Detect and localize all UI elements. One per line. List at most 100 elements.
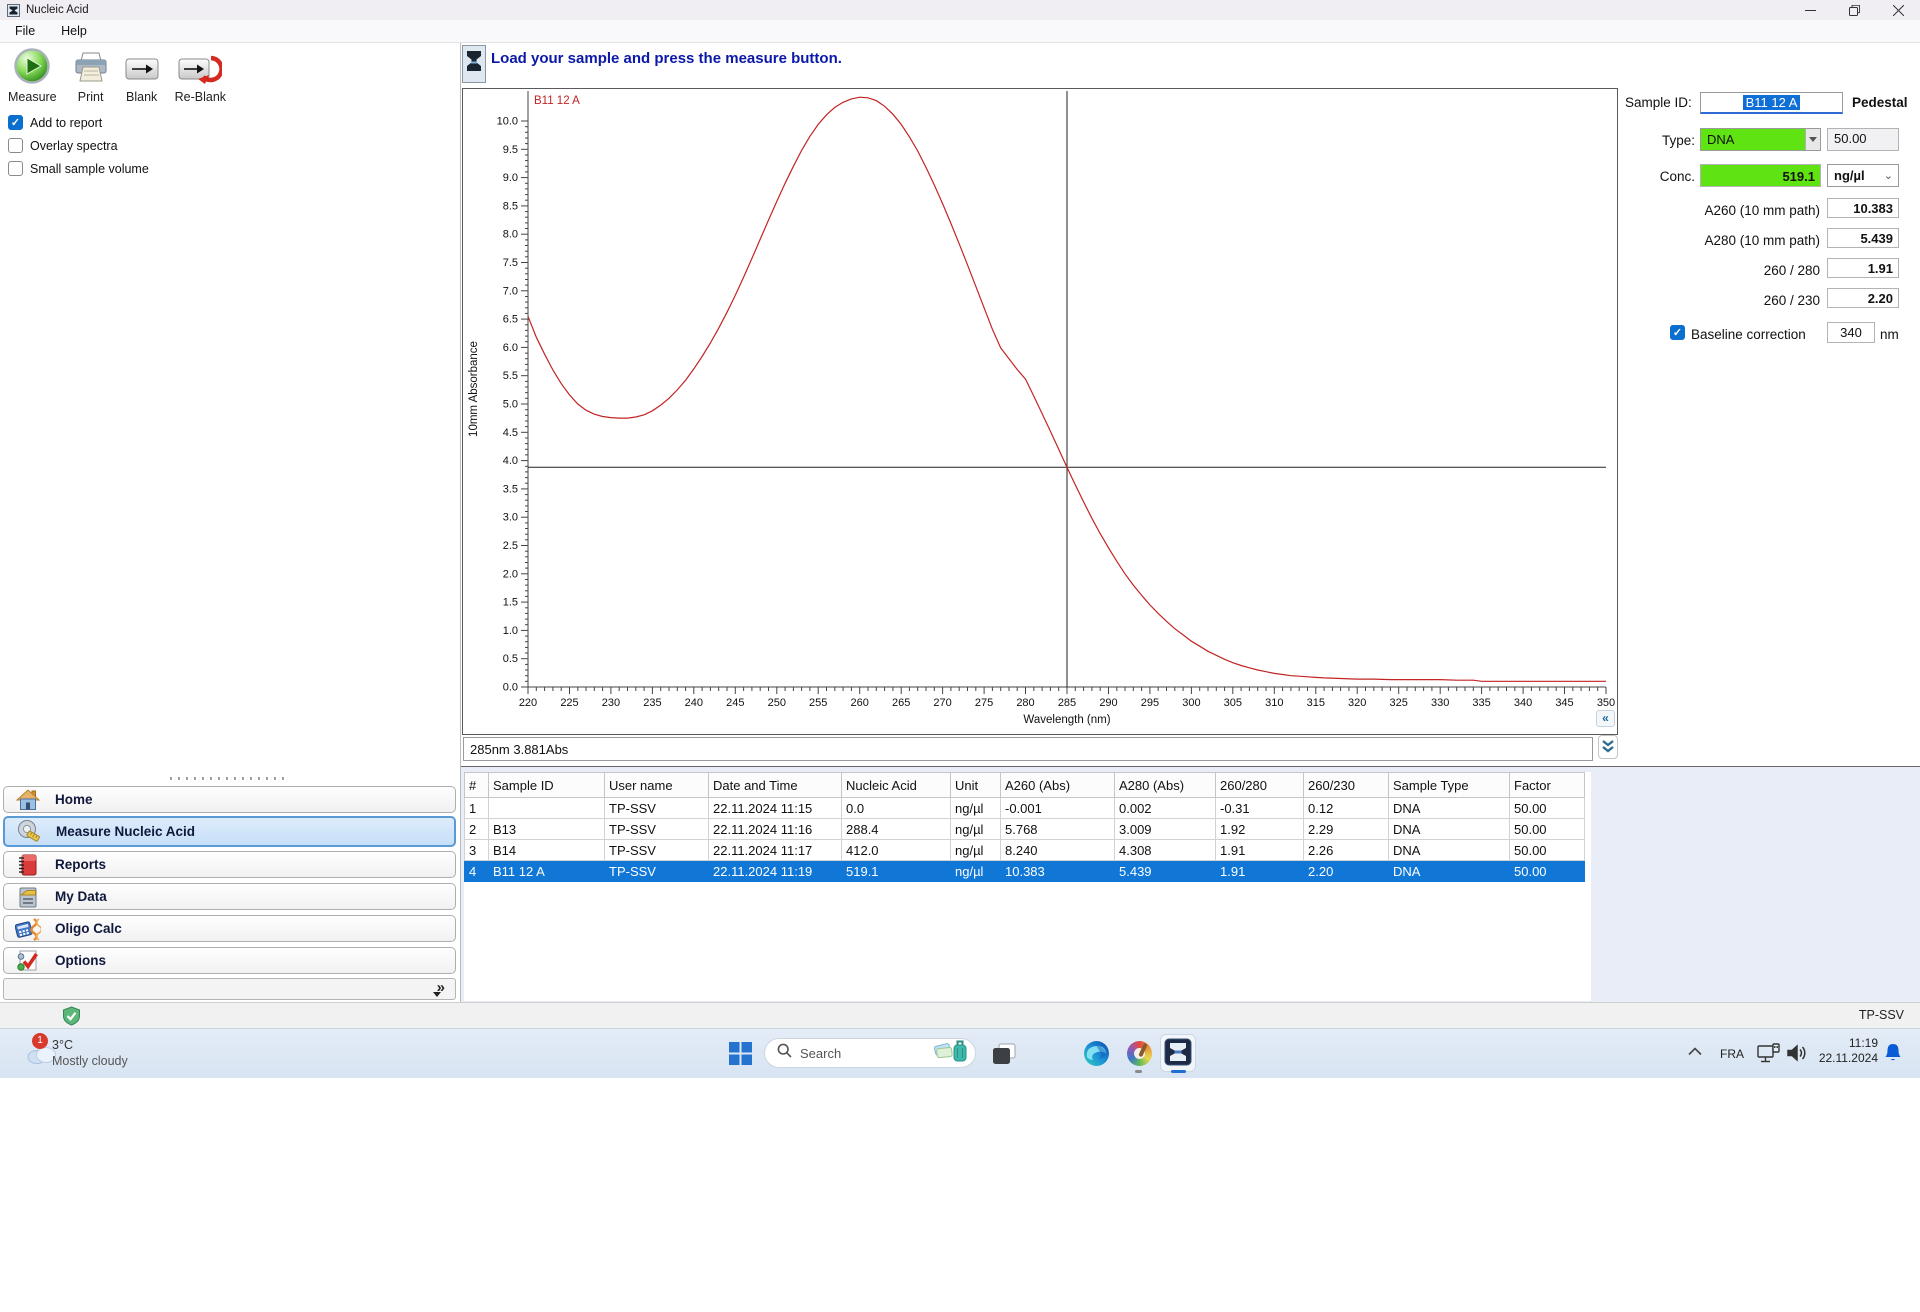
taskbar-clock[interactable]: 11:19 22.11.2024 [1800, 1036, 1878, 1066]
weather-widget[interactable]: 1 3°C Mostly cloudy [12, 1031, 162, 1077]
table-row[interactable]: 2B13TP-SSV22.11.2024 11:16288.4ng/µl5.76… [465, 819, 1585, 840]
a280-value: 5.439 [1827, 228, 1899, 248]
column-header[interactable]: Unit [951, 773, 1001, 798]
spectrum-svg[interactable]: 2202252302352402452502552602652702752802… [463, 89, 1617, 734]
factor-field[interactable]: 50.00 [1827, 128, 1899, 151]
small-sample-volume-checkbox[interactable] [8, 161, 23, 176]
conc-unit-dropdown[interactable]: ng/µl ⌄ [1827, 164, 1899, 187]
column-header[interactable]: User name [605, 773, 709, 798]
search-box[interactable]: Search [764, 1038, 976, 1068]
status-message: Load your sample and press the measure b… [491, 50, 842, 67]
menu-help[interactable]: Help [61, 24, 87, 38]
table-cell: 0.0 [842, 798, 951, 819]
sidebar-item-options[interactable]: Options [3, 947, 456, 974]
table-cell: 0.12 [1304, 798, 1389, 819]
table-cell: ng/µl [951, 819, 1001, 840]
sidebar-item-oligo-calc[interactable]: Oligo Calc [3, 915, 456, 942]
sidebar-item-label: Reports [55, 857, 106, 872]
sidebar-splitter-grip[interactable] [170, 777, 290, 780]
table-cell [489, 798, 605, 819]
window-controls [1788, 0, 1920, 20]
start-button[interactable] [729, 1042, 752, 1065]
y-axis-title: 10mm Absorbance [468, 341, 480, 437]
svg-text:270: 270 [933, 697, 951, 709]
column-header[interactable]: Factor [1510, 773, 1585, 798]
restore-button[interactable] [1832, 0, 1876, 20]
sample-id-input[interactable]: B11 12 A [1700, 92, 1843, 114]
sidebar-item-reports[interactable]: Reports [3, 851, 456, 878]
svg-text:305: 305 [1224, 697, 1242, 709]
table-row[interactable]: 3B14TP-SSV22.11.2024 11:17412.0ng/µl8.24… [465, 840, 1585, 861]
column-header[interactable]: A280 (Abs) [1115, 773, 1216, 798]
weather-condition: Mostly cloudy [52, 1054, 128, 1068]
blank-label: Blank [126, 90, 157, 104]
sample-id-value: B11 12 A [1743, 95, 1801, 110]
conc-value: 519.1 [1700, 164, 1821, 187]
sidebar-item-measure-nucleic-acid[interactable]: Measure Nucleic Acid [3, 816, 456, 847]
app-status-bar: TP-SSV [0, 1002, 1920, 1028]
overlay-spectra-checkbox[interactable] [8, 138, 23, 153]
measurement-table-panel: #Sample IDUser nameDate and TimeNucleic … [461, 766, 1920, 1002]
language-indicator[interactable]: FRA [1720, 1047, 1744, 1061]
sidebar-item-home[interactable]: Home [3, 786, 456, 813]
table-row[interactable]: 4B11 12 ATP-SSV22.11.2024 11:19519.1ng/µ… [465, 861, 1585, 882]
table-cell: TP-SSV [605, 819, 709, 840]
svg-text:9.5: 9.5 [503, 144, 518, 156]
column-header[interactable]: 260/280 [1216, 773, 1304, 798]
instrument-icon [462, 45, 486, 88]
network-icon[interactable] [1756, 1043, 1782, 1065]
close-button[interactable] [1876, 0, 1920, 20]
baseline-correction-checkbox[interactable]: ✓ [1670, 325, 1685, 340]
chart-collapse-button[interactable]: « [1596, 710, 1615, 727]
paint-app-icon[interactable] [1127, 1041, 1152, 1066]
add-to-report-checkbox[interactable]: ✓ [8, 115, 23, 130]
table-cell: 50.00 [1510, 840, 1585, 861]
svg-text:10.0: 10.0 [497, 116, 518, 128]
column-header[interactable]: Sample Type [1389, 773, 1510, 798]
svg-text:1.0: 1.0 [503, 625, 518, 637]
add-to-report-row[interactable]: ✓ Add to report [8, 111, 149, 134]
minimize-button[interactable] [1788, 0, 1832, 20]
small-sample-volume-row[interactable]: Small sample volume [8, 157, 149, 180]
content-area: Load your sample and press the measure b… [461, 43, 1920, 1002]
svg-text:320: 320 [1348, 697, 1366, 709]
svg-text:3.0: 3.0 [503, 512, 518, 524]
column-header[interactable]: Sample ID [489, 773, 605, 798]
svg-text:350: 350 [1597, 697, 1615, 709]
reblank-button[interactable]: Re-Blank [175, 55, 226, 104]
notification-bell-icon[interactable] [1884, 1043, 1902, 1063]
results-panel: Sample ID: B11 12 A Pedestal Type: DNA 5… [1620, 88, 1920, 418]
column-header[interactable]: A260 (Abs) [1001, 773, 1115, 798]
sidebar-collapse-button[interactable]: » [3, 978, 456, 1000]
measure-button[interactable]: Measure [8, 47, 57, 104]
table-expand-button[interactable] [1598, 735, 1618, 759]
baseline-correction-label: Baseline correction [1691, 327, 1821, 342]
table-cell: -0.001 [1001, 798, 1115, 819]
tray-chevron-up-icon[interactable] [1688, 1047, 1702, 1056]
small-sample-volume-label: Small sample volume [30, 162, 149, 176]
chevron-down-icon: ⌄ [1884, 169, 1893, 182]
type-dropdown[interactable]: DNA [1700, 128, 1821, 151]
print-button[interactable]: Print [73, 51, 109, 104]
column-header[interactable]: # [465, 773, 489, 798]
overlay-spectra-row[interactable]: Overlay spectra [8, 134, 149, 157]
column-header[interactable]: Date and Time [709, 773, 842, 798]
nucleic-acid-app-icon[interactable] [1164, 1038, 1192, 1066]
menu-file[interactable]: File [15, 24, 35, 38]
baseline-wavelength-field[interactable]: 340 [1827, 322, 1875, 343]
table-cell: 5.768 [1001, 819, 1115, 840]
blank-button[interactable]: Blank [125, 55, 159, 104]
edge-browser-icon[interactable] [1083, 1040, 1110, 1067]
table-cell: 2.20 [1304, 861, 1389, 882]
column-header[interactable]: 260/230 [1304, 773, 1389, 798]
spectrum-plot[interactable]: 2202252302352402452502552602652702752802… [463, 89, 1617, 739]
table-row[interactable]: 1TP-SSV22.11.2024 11:150.0ng/µl-0.0010.0… [465, 798, 1585, 819]
column-header[interactable]: Nucleic Acid [842, 773, 951, 798]
svg-text:240: 240 [685, 697, 703, 709]
task-view-icon[interactable] [992, 1043, 1016, 1065]
table-cell: 2 [465, 819, 489, 840]
chevron-down-icon [433, 992, 441, 997]
sidebar-item-my-data[interactable]: My Data [3, 883, 456, 910]
conc-label: Conc. [1620, 169, 1695, 184]
blank-icon [125, 55, 159, 88]
